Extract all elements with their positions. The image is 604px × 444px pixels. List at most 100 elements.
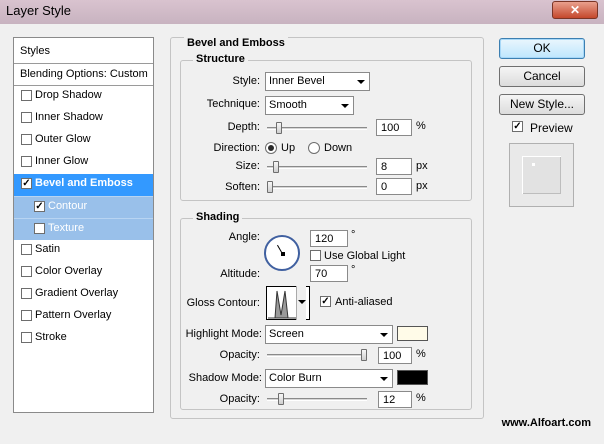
style-item-pattern-overlay[interactable]: Pattern Overlay: [14, 306, 153, 328]
style-item-label: Color Overlay: [35, 265, 103, 277]
depth-label: Depth:: [227, 121, 260, 133]
shadow-color-swatch[interactable]: [397, 370, 428, 385]
style-label: Style:: [232, 75, 260, 87]
style-item-satin[interactable]: Satin: [14, 240, 153, 262]
direction-up-radio[interactable]: [265, 142, 277, 154]
preview-label: Preview: [530, 121, 573, 135]
direction-down-label: Down: [324, 142, 353, 154]
shadow-opacity-input[interactable]: 12: [378, 391, 412, 408]
shadow-opacity-slider[interactable]: [267, 393, 367, 405]
new-style-button[interactable]: New Style...: [499, 94, 585, 115]
highlight-color-swatch[interactable]: [397, 326, 428, 341]
highlight-opacity-input[interactable]: 100: [378, 347, 412, 364]
altitude-input[interactable]: 70: [310, 265, 348, 282]
highlight-mode-label: Highlight Mode:: [185, 328, 262, 340]
soften-slider[interactable]: [267, 181, 367, 193]
depth-input[interactable]: 100: [376, 119, 412, 136]
inner-glow-checkbox[interactable]: [21, 156, 32, 167]
style-item-label: Satin: [35, 243, 61, 255]
style-item-inner-glow[interactable]: Inner Glow: [14, 152, 153, 174]
highlight-opacity-unit: %: [416, 348, 426, 360]
stroke-checkbox[interactable]: [21, 332, 32, 343]
cancel-button[interactable]: Cancel: [499, 66, 585, 87]
shadow-opacity-unit: %: [416, 392, 426, 404]
highlight-mode-select[interactable]: Screen: [265, 325, 393, 344]
direction-label: Direction:: [213, 142, 260, 154]
angle-dial[interactable]: [264, 235, 300, 271]
shadow-mode-select[interactable]: Color Burn: [265, 369, 393, 388]
direction-up-label: Up: [281, 142, 296, 154]
soften-slider-thumb[interactable]: [267, 181, 273, 193]
style-item-bevel-and-emboss[interactable]: ✓ Bevel and Emboss: [14, 174, 153, 196]
altitude-unit: °: [351, 264, 356, 276]
angle-unit: °: [351, 229, 356, 241]
bevel-emboss-group-title: Bevel and Emboss: [184, 37, 288, 49]
styles-header[interactable]: Styles: [14, 38, 153, 64]
ok-button[interactable]: OK: [499, 38, 585, 59]
direction-down-radio[interactable]: [308, 142, 320, 154]
style-select-value: Inner Bevel: [269, 75, 325, 87]
style-item-stroke[interactable]: Stroke: [14, 328, 153, 350]
style-item-contour[interactable]: ✓ Contour: [14, 196, 153, 218]
styles-list: Styles Blending Options: Custom Drop Sha…: [13, 37, 154, 413]
angle-input[interactable]: 120: [310, 230, 348, 247]
style-item-label: Bevel and Emboss: [35, 177, 133, 189]
contour-curve-icon: [268, 290, 296, 319]
shading-group-title: Shading: [193, 211, 243, 223]
angle-center-dot: [281, 252, 285, 256]
watermark: www.Alfoart.com: [501, 417, 591, 429]
angle-label: Angle:: [228, 231, 260, 243]
chevron-down-icon: [380, 377, 388, 381]
shadow-opacity-thumb[interactable]: [278, 393, 284, 405]
window-title: Layer Style: [6, 3, 72, 18]
highlight-opacity-slider[interactable]: [267, 349, 367, 361]
depth-slider-thumb[interactable]: [276, 122, 282, 134]
style-item-label: Pattern Overlay: [35, 309, 112, 321]
size-slider[interactable]: [267, 161, 367, 173]
style-item-color-overlay[interactable]: Color Overlay: [14, 262, 153, 284]
style-item-inner-shadow[interactable]: Inner Shadow: [14, 108, 153, 130]
gloss-contour-label: Gloss Contour:: [186, 297, 260, 309]
size-slider-thumb[interactable]: [273, 161, 279, 173]
satin-checkbox[interactable]: [21, 244, 32, 255]
technique-select[interactable]: Smooth: [265, 96, 354, 115]
outer-glow-checkbox[interactable]: [21, 134, 32, 145]
inner-shadow-checkbox[interactable]: [21, 112, 32, 123]
size-input[interactable]: 8: [376, 158, 412, 175]
use-global-light-checkbox[interactable]: [310, 250, 321, 261]
blending-options-item[interactable]: Blending Options: Custom: [14, 64, 153, 86]
drop-shadow-checkbox[interactable]: [21, 90, 32, 101]
style-item-label: Inner Shadow: [35, 111, 103, 123]
altitude-label: Altitude:: [220, 268, 260, 280]
style-item-outer-glow[interactable]: Outer Glow: [14, 130, 153, 152]
style-item-texture[interactable]: Texture: [14, 218, 153, 240]
soften-input[interactable]: 0: [376, 178, 412, 195]
style-item-drop-shadow[interactable]: Drop Shadow: [14, 86, 153, 108]
gradient-overlay-checkbox[interactable]: [21, 288, 32, 299]
preview-highlight: [532, 163, 535, 166]
highlight-opacity-thumb[interactable]: [361, 349, 367, 361]
close-icon: ✕: [569, 3, 581, 17]
use-global-light-label: Use Global Light: [324, 250, 406, 262]
bevel-emboss-checkbox[interactable]: ✓: [21, 178, 32, 189]
style-item-gradient-overlay[interactable]: Gradient Overlay: [14, 284, 153, 306]
anti-aliased-checkbox[interactable]: ✓: [320, 296, 331, 307]
preview-checkbox[interactable]: ✓: [512, 121, 523, 132]
shadow-opacity-label: Opacity:: [219, 393, 260, 405]
gloss-contour-dropdown[interactable]: [296, 286, 306, 320]
pattern-overlay-checkbox[interactable]: [21, 310, 32, 321]
preview-bevel-swatch: [522, 156, 561, 194]
texture-checkbox[interactable]: [34, 223, 45, 234]
contour-checkbox[interactable]: ✓: [34, 201, 45, 212]
chevron-down-icon: [298, 300, 306, 304]
style-select[interactable]: Inner Bevel: [265, 72, 370, 91]
highlight-opacity-label: Opacity:: [219, 349, 260, 361]
depth-unit: %: [416, 120, 426, 132]
size-label: Size:: [235, 160, 260, 172]
color-overlay-checkbox[interactable]: [21, 266, 32, 277]
style-item-label: Contour: [48, 200, 88, 212]
close-button[interactable]: ✕: [552, 1, 598, 19]
style-item-label: Outer Glow: [35, 133, 91, 145]
depth-slider[interactable]: [267, 122, 367, 134]
shadow-mode-label: Shadow Mode:: [188, 372, 262, 384]
